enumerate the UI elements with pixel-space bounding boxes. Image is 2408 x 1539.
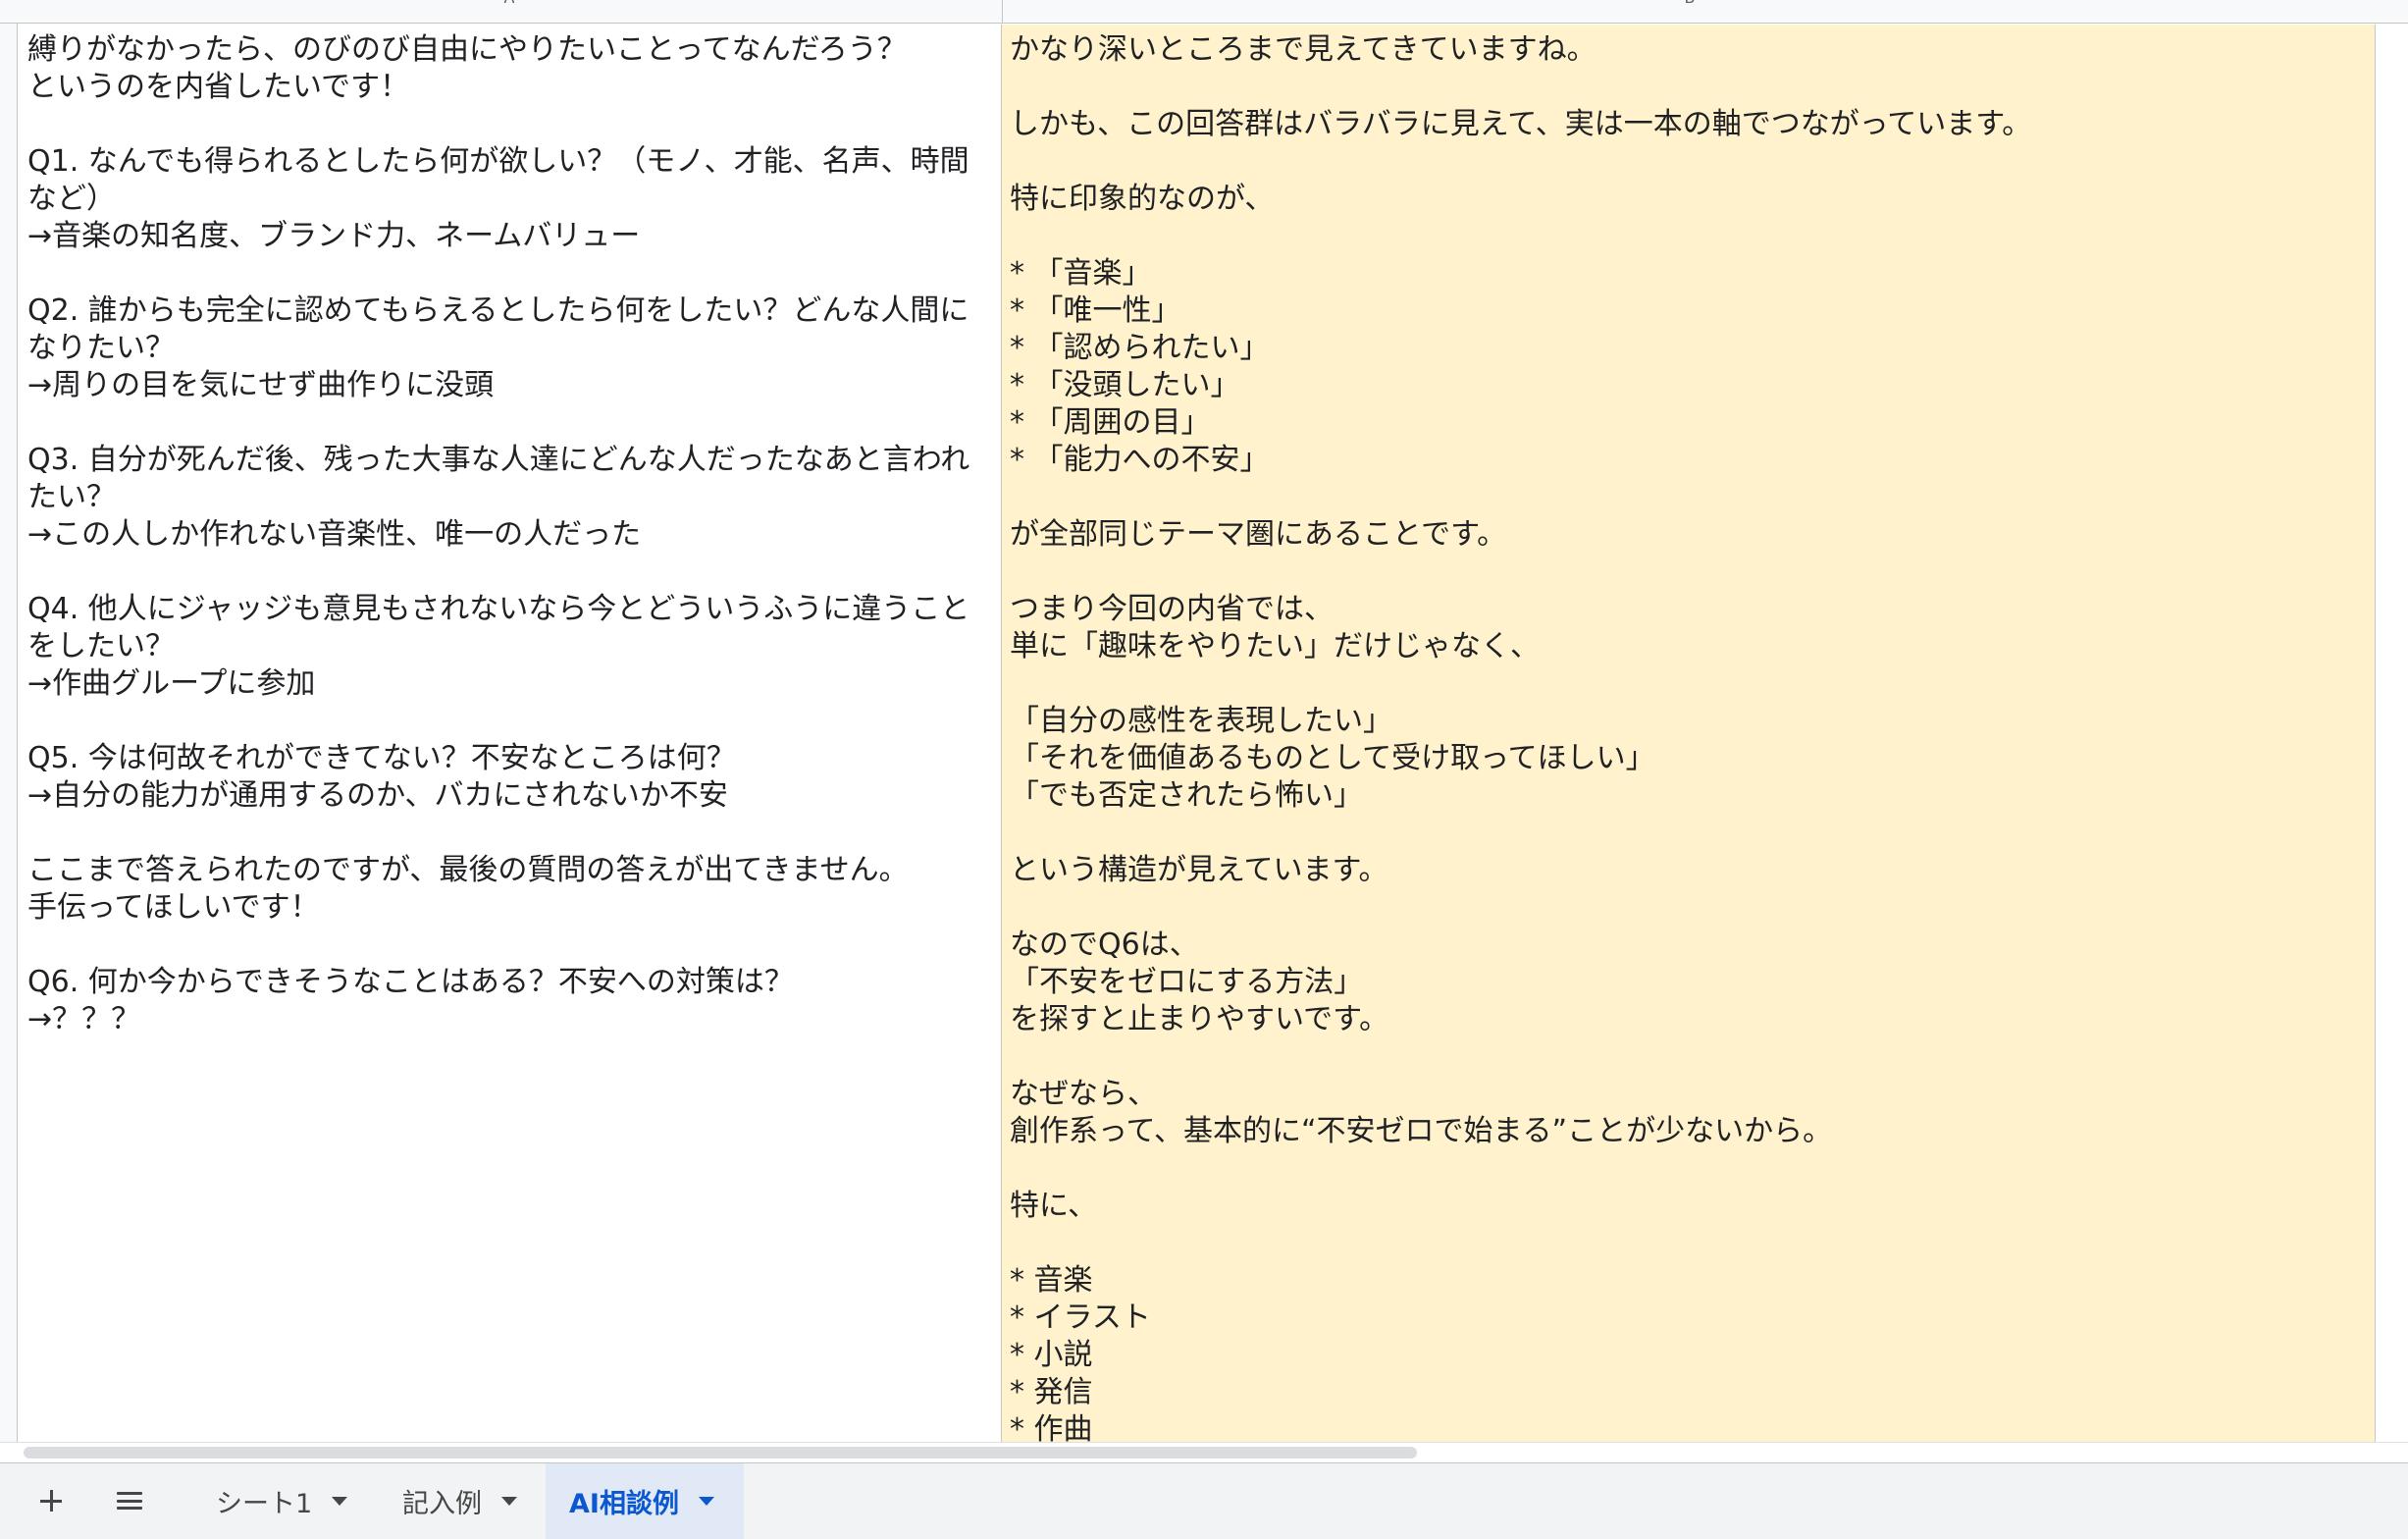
cell-a1-user-question[interactable]: 縛りがなかったら、のびのび自由にやりたいことってなんだろう？ というのを内省した… xyxy=(18,25,1002,1442)
sheet-tab-sheet1[interactable]: シート1 xyxy=(192,1463,367,1539)
add-sheet-button[interactable] xyxy=(27,1477,75,1524)
horizontal-scrollbar-thumb[interactable] xyxy=(24,1447,1417,1459)
caret-down-icon[interactable] xyxy=(332,1497,348,1506)
sheet-tab-label: シート1 xyxy=(216,1489,313,1519)
column-letter-a: A xyxy=(504,0,515,7)
column-header-b[interactable]: B xyxy=(1002,0,2377,24)
caret-down-icon[interactable] xyxy=(501,1497,517,1506)
plus-icon xyxy=(40,1490,62,1512)
menu-icon xyxy=(117,1492,142,1510)
sheet-tab-bar: シート1 記入例 AI相談例 xyxy=(0,1463,2408,1539)
cell-b1-ai-answer[interactable]: かなり深いところまで見えてきていますね。 しかも、この回答群はバラバラに見えて、… xyxy=(1002,25,2376,1442)
column-header-a[interactable]: A xyxy=(18,0,1001,24)
grid-right-area xyxy=(2376,25,2408,1442)
all-sheets-button[interactable] xyxy=(106,1477,153,1524)
sheet-tab-example[interactable]: 記入例 xyxy=(379,1463,537,1539)
row-header-gutter[interactable] xyxy=(0,24,18,1445)
caret-down-icon[interactable] xyxy=(698,1497,714,1506)
sheet-tab-label: AI相談例 xyxy=(569,1489,679,1519)
sheet-tab-ai-consult[interactable]: AI相談例 xyxy=(546,1463,744,1539)
sheet-tab-label: 記入例 xyxy=(402,1489,482,1519)
column-header-bar: A B xyxy=(0,0,2408,24)
column-letter-b: B xyxy=(1685,0,1696,7)
horizontal-scrollbar[interactable] xyxy=(0,1442,2408,1463)
